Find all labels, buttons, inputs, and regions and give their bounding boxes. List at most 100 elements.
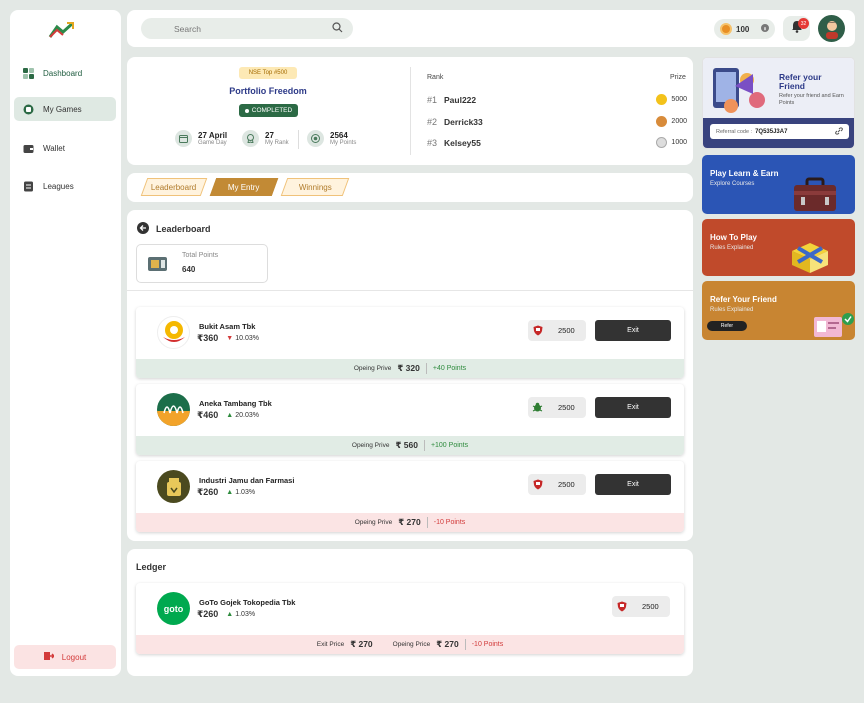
points-icon (307, 130, 324, 147)
rank-row: #2 Derrick33 2000 (427, 116, 687, 127)
status-badge: COMPLETED (239, 104, 298, 117)
back-button[interactable] (137, 222, 149, 234)
coin-icon (720, 23, 732, 35)
shield-points-icon (532, 479, 543, 490)
stock-name: Industri Jamu dan Farmasi (199, 476, 295, 485)
stock-name: GoTo Gojek Tokopedia Tbk (199, 598, 296, 607)
refer-button[interactable]: Refer (707, 321, 747, 331)
leagues-icon (23, 181, 34, 192)
tab-my-entry[interactable]: My Entry (209, 178, 279, 196)
info-icon[interactable] (761, 24, 769, 34)
stock-footer: Opeing Prive ₹ 320 +40 Points (136, 359, 684, 378)
search-input[interactable]: Search (141, 18, 353, 39)
wallet-icon (23, 143, 34, 154)
arrow-up-icon: ▲ (226, 489, 234, 496)
portfolio-title: Portfolio Freedom (229, 86, 307, 96)
points-pill: 2500 (528, 320, 586, 341)
tab-winnings[interactable]: Winnings (280, 178, 350, 196)
notification-badge: 32 (798, 18, 809, 29)
gift-box-icon (784, 237, 834, 276)
logout-button[interactable]: Logout (14, 645, 116, 669)
link-icon[interactable] (835, 126, 843, 137)
sidebar-item-label: Wallet (43, 143, 65, 153)
rank-row: #1 Paul222 5000 (427, 94, 687, 105)
refer-friend-card[interactable]: Refer your Friend Refer your friend and E… (702, 57, 855, 149)
goto-logo-icon: goto (157, 592, 190, 625)
points-pill: 2500 (612, 596, 670, 617)
rank-row: #3 Kelsey55 1000 (427, 137, 687, 148)
silver-coin-icon (656, 137, 668, 148)
refer-illustration-icon (709, 64, 775, 121)
stock-footer: Opeing Prive ₹ 560 +100 Points (136, 436, 684, 455)
stock-price: ₹360 ▼ 10.03% (197, 333, 259, 343)
shield-points-icon (616, 601, 627, 612)
notifications-button[interactable]: 32 (783, 16, 810, 41)
arrow-left-icon (139, 219, 147, 237)
id-card-icon (812, 311, 854, 340)
ledger-footer: Exit Price ₹ 270 Opeing Price ₹ 270 -10 … (136, 635, 684, 654)
calendar-icon (175, 130, 192, 147)
portfolio-card: NSE Top #500 Portfolio Freedom COMPLETED… (127, 57, 693, 165)
stock-card-industri-jamu: Industri Jamu dan Farmasi ₹260 ▲ 1.03% 25… (136, 461, 684, 532)
app-logo[interactable] (48, 20, 76, 40)
search-icon[interactable] (332, 22, 343, 35)
gold-coin-icon (656, 94, 668, 105)
total-points-value: 640 (182, 265, 196, 274)
avatar[interactable] (818, 15, 845, 42)
my-points-stat: 2564 My Points (307, 130, 356, 147)
exit-button[interactable]: Exit (595, 397, 671, 418)
my-rank-stat: 27 My Rank (242, 130, 289, 147)
sidebar-item-label: Leagues (43, 181, 74, 191)
bukit-asam-logo-icon (157, 316, 190, 349)
stock-price: ₹460 ▲ 20.03% (197, 410, 259, 420)
league-tag: NSE Top #500 (239, 67, 297, 79)
sidebar-item-leagues[interactable]: Leagues (14, 174, 116, 198)
sidebar-item-label: Dashboard (43, 68, 83, 78)
game-day-stat: 27 April Game Day (175, 130, 227, 147)
refer-your-friend-card[interactable]: Refer Your Friend Rules Explained Refer (702, 281, 855, 340)
entry-section: Leaderboard Total Points 640 Bukit Asam … (127, 210, 693, 541)
sidebar-item-label: My Games (43, 104, 82, 114)
points-pill: 2500 (528, 474, 586, 495)
stock-name: Bukit Asam Tbk (199, 322, 256, 331)
points-pill: 2500 (528, 397, 586, 418)
sidebar-item-my-games[interactable]: My Games (14, 97, 116, 121)
play-learn-earn-card[interactable]: Play Learn & Earn Explore Courses (702, 155, 855, 214)
tab-leaderboard[interactable]: Leaderboard (140, 178, 208, 196)
exit-button[interactable]: Exit (595, 320, 671, 341)
industri-jamu-logo-icon (157, 470, 190, 503)
ledger-section: Ledger goto GoTo Gojek Tokopedia Tbk ₹26… (127, 549, 693, 676)
bug-points-icon (532, 402, 543, 413)
how-to-play-card[interactable]: How To Play Rules Explained (702, 219, 855, 276)
stock-card-bukit-asam: Bukit Asam Tbk ₹360 ▼ 10.03% 2500 Exit Op… (136, 307, 684, 378)
referral-code-field[interactable]: Referral code : 7Q535J3A7 (710, 124, 849, 139)
top-bar: Search 100 32 (127, 10, 855, 47)
arrow-up-icon: ▲ (226, 611, 234, 618)
stock-price: ₹260 ▲ 1.03% (197, 609, 256, 619)
refer-title: Refer your Friend (779, 72, 822, 91)
sidebar-item-dashboard[interactable]: Dashboard (14, 61, 116, 85)
rank-icon (242, 130, 259, 147)
bronze-coin-icon (656, 116, 668, 127)
briefcase-icon (792, 177, 838, 214)
sidebar-item-wallet[interactable]: Wallet (14, 136, 116, 160)
ledger-title: Ledger (136, 562, 167, 572)
points-card-icon (147, 255, 169, 278)
stock-footer: Opeing Prive ₹ 270 -10 Points (136, 513, 684, 532)
logout-icon (43, 651, 55, 663)
section-title: Leaderboard (156, 224, 211, 234)
prize-header: Prize (670, 74, 686, 81)
arrow-down-icon: ▼ (226, 335, 234, 342)
total-points-box: Total Points 640 (136, 244, 268, 283)
arrow-up-icon: ▲ (226, 412, 234, 419)
coin-balance[interactable]: 100 (714, 19, 775, 39)
exit-button[interactable]: Exit (595, 474, 671, 495)
stock-price: ₹260 ▲ 1.03% (197, 487, 256, 497)
rank-header: Rank (427, 74, 444, 81)
aneka-tambang-logo-icon (157, 393, 190, 426)
tab-bar: Leaderboard My Entry Winnings (127, 173, 693, 202)
stock-card-aneka-tambang: Aneka Tambang Tbk ₹460 ▲ 20.03% 2500 Exit… (136, 384, 684, 455)
stock-name: Aneka Tambang Tbk (199, 399, 272, 408)
ledger-item-goto: goto GoTo Gojek Tokopedia Tbk ₹260 ▲ 1.03… (136, 583, 684, 654)
sidebar: Dashboard My Games Wallet Leagues Logout (10, 10, 121, 676)
